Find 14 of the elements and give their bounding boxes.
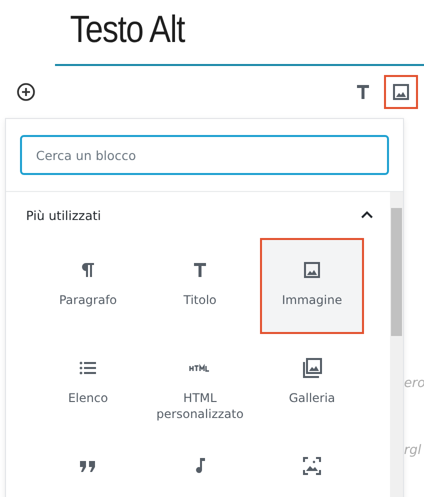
cover-image-icon: [300, 454, 324, 478]
block-item[interactable]: Elenco: [36, 336, 140, 432]
search-field[interactable]: Cerca un blocco: [20, 135, 389, 175]
scrollbar[interactable]: [390, 192, 403, 497]
block-item[interactable]: Paragrafo: [36, 238, 140, 334]
post-title: Testo Alt: [70, 8, 186, 53]
add-block-icon[interactable]: [14, 80, 38, 104]
block-item[interactable]: Titolo: [148, 238, 252, 334]
image-toolbar-button[interactable]: [384, 75, 418, 109]
background-text: rgl: [404, 443, 422, 458]
block-item[interactable]: Galleria: [260, 336, 364, 432]
gallery-icon: [300, 356, 324, 380]
block-item[interactable]: Immagine: [260, 238, 364, 334]
block-item[interactable]: HTML personalizzato: [148, 336, 252, 432]
